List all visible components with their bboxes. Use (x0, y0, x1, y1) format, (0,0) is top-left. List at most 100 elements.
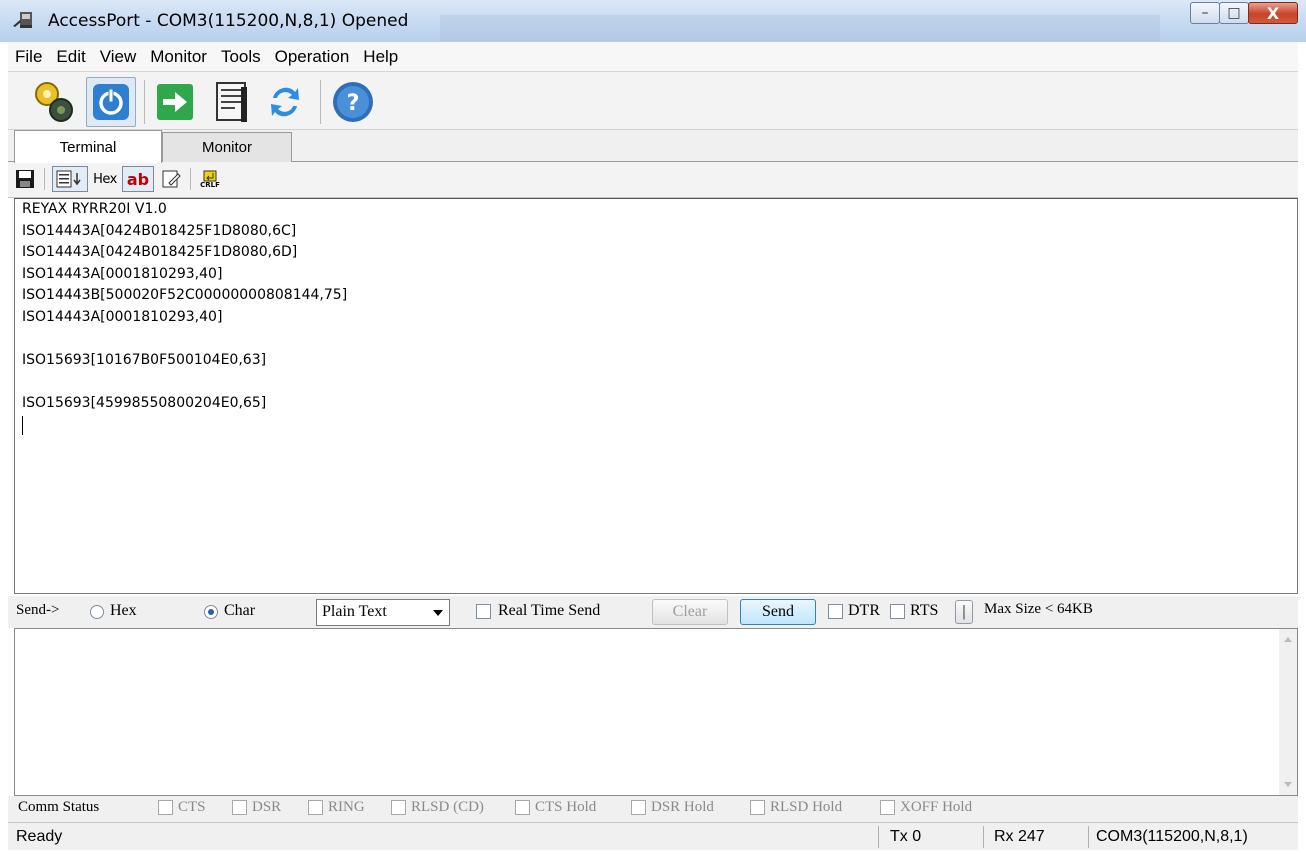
rlsd-hold-indicator: RLSD Hold (750, 799, 842, 816)
char-radio-label: Char (224, 602, 256, 619)
save-button[interactable] (12, 166, 38, 192)
receive-line: REYAX RYRR20I V1.0 (22, 201, 167, 217)
crlf-button[interactable]: CRLF (196, 166, 224, 192)
scroll-down-icon[interactable] (1284, 782, 1292, 787)
text-caret (22, 416, 23, 435)
clear-button[interactable]: Clear (652, 599, 728, 625)
document-icon (216, 82, 247, 122)
receive-line: ISO14443A[0001810293,40] (22, 308, 223, 325)
status-separator (878, 826, 879, 848)
cts-indicator: CTS (158, 799, 206, 816)
send-file-button[interactable] (150, 77, 200, 127)
comm-status-bar: Comm Status CTS DSR RING RLSD (CD) CTS H… (8, 796, 1298, 822)
receive-line: ISO15693[45998550800204E0,65] (22, 394, 267, 411)
log-button[interactable] (206, 77, 256, 127)
status-separator (1088, 826, 1089, 848)
minimize-button[interactable]: – (1190, 2, 1220, 24)
dsr-hold-indicator: DSR Hold (631, 799, 714, 816)
receive-line (15, 371, 1297, 393)
char-radio[interactable] (204, 605, 218, 619)
menu-operation[interactable]: Operation (268, 47, 357, 67)
config-button[interactable] (28, 77, 78, 127)
floppy-disk-icon (16, 170, 34, 188)
gear-config-icon (35, 82, 73, 122)
hex-radio[interactable] (90, 605, 104, 619)
comm-status-label: Comm Status (18, 799, 100, 815)
help-icon: ? (333, 82, 373, 122)
status-rx: Rx 247 (994, 828, 1045, 845)
receive-line: ISO15693[10167B0F500104E0,63] (22, 351, 267, 368)
tab-monitor[interactable]: Monitor (162, 132, 292, 162)
window-title: AccessPort - COM3(115200,N,8,1) Opened (48, 11, 409, 31)
menu-monitor[interactable]: Monitor (143, 47, 214, 67)
rlsd-indicator: RLSD (CD) (391, 799, 484, 816)
menu-tools[interactable]: Tools (214, 47, 268, 67)
realtime-send-checkbox[interactable] (476, 604, 491, 619)
power-icon (93, 84, 129, 120)
receive-line: ISO14443A[0001810293,40] (22, 265, 223, 282)
max-size-label: Max Size < 64KB (984, 601, 1093, 617)
hex-view-button[interactable] (52, 166, 88, 192)
hex-radio-label: Hex (110, 602, 137, 619)
send-controls: Send-> Hex Char Plain Text Real Time Sen… (8, 596, 1298, 628)
hex-grid-icon (56, 170, 81, 188)
toolbar-separator (44, 168, 45, 190)
send-button[interactable]: Send (740, 599, 816, 625)
help-button[interactable]: ? (328, 77, 378, 127)
menu-help[interactable]: Help (356, 47, 405, 67)
refresh-button[interactable] (260, 77, 310, 127)
dsr-indicator: DSR (232, 799, 281, 816)
toolbar-separator (320, 80, 321, 124)
status-tx: Tx 0 (890, 828, 922, 845)
send-label: Send-> (16, 602, 60, 618)
tab-terminal[interactable]: Terminal (14, 130, 162, 163)
menu-bar: File Edit View Monitor Tools Operation H… (8, 42, 1298, 72)
crlf-label: CRLF (200, 180, 220, 189)
format-select-value: Plain Text (322, 603, 387, 620)
rts-checkbox[interactable] (890, 604, 905, 619)
send-text-area[interactable] (14, 628, 1298, 796)
svg-text:?: ? (347, 91, 360, 116)
scroll-up-icon[interactable] (1284, 637, 1292, 642)
chevron-down-icon (433, 610, 443, 616)
open-close-port-button[interactable] (86, 77, 136, 127)
status-separator (983, 826, 984, 848)
refresh-arrows-icon (271, 87, 299, 117)
maximize-button[interactable]: □ (1219, 2, 1249, 24)
status-port: COM3(115200,N,8,1) (1096, 828, 1248, 845)
arrow-right-icon (157, 84, 193, 120)
break-toggle-button[interactable]: | (955, 600, 973, 624)
main-toolbar: ? (8, 72, 1298, 130)
receive-line (15, 328, 1297, 350)
app-icon (12, 10, 34, 30)
xoff-hold-indicator: XOFF Hold (880, 799, 972, 816)
titlebar-decoration (440, 13, 1160, 45)
status-bar: Ready Tx 0 Rx 247 COM3(115200,N,8,1) (8, 822, 1298, 850)
text-mode-button[interactable]: ab (122, 166, 154, 192)
realtime-send-label: Real Time Send (498, 602, 601, 619)
ring-indicator: RING (308, 799, 365, 816)
receive-line: ISO14443A[0424B018425F1D8080,6C] (22, 222, 297, 239)
receive-text-area[interactable]: REYAX RYRR20I V1.0 ISO14443A[0424B018425… (14, 198, 1298, 594)
format-select[interactable]: Plain Text (316, 599, 450, 626)
close-button[interactable]: X (1248, 2, 1298, 24)
window-controls: – □ X (1190, 2, 1298, 26)
toolbar-separator (190, 168, 191, 190)
rts-label: RTS (910, 602, 939, 619)
crlf-arrow-icon (203, 170, 217, 181)
tab-bar: Terminal Monitor (8, 130, 1298, 163)
status-ready: Ready (16, 828, 63, 845)
hex-toggle-button[interactable]: Hex (90, 166, 120, 192)
edit-button[interactable] (158, 166, 184, 192)
menu-edit[interactable]: Edit (49, 47, 92, 67)
dtr-checkbox[interactable] (828, 604, 843, 619)
receive-line: ISO14443A[0424B018425F1D8080,6D] (22, 244, 298, 260)
dtr-label: DTR (848, 602, 880, 619)
menu-file[interactable]: File (8, 47, 49, 67)
edit-pencil-icon (162, 170, 181, 188)
receive-line: ISO14443B[500020F52C00000000808144,75] (22, 287, 348, 303)
menu-view[interactable]: View (93, 47, 144, 67)
send-area-scrollbar[interactable] (1279, 629, 1297, 795)
cts-hold-indicator: CTS Hold (515, 799, 596, 816)
title-bar: AccessPort - COM3(115200,N,8,1) Opened –… (0, 0, 1306, 42)
